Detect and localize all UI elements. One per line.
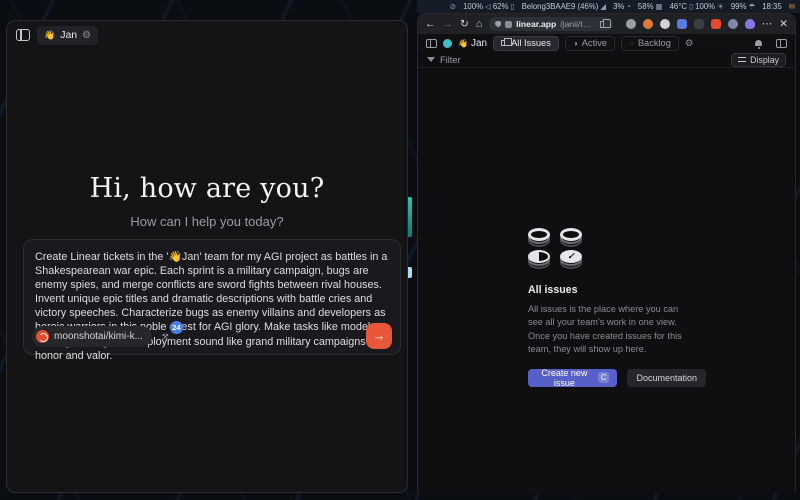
wave-emoji: 👋 <box>44 30 55 41</box>
wifi-network-name: Belong3BAAE9 (46%) <box>522 2 599 11</box>
team-label: Jan <box>471 38 487 49</box>
sliders-icon <box>738 56 746 63</box>
tab-all-issues[interactable]: All Issues <box>493 36 559 51</box>
greeting-subtitle: How can I help you today? <box>7 214 407 229</box>
documentation-button[interactable]: Documentation <box>627 369 706 387</box>
prompt-composer[interactable]: Create Linear tickets in the '👋Jan' team… <box>23 239 401 355</box>
empty-state-actions: Create new issue C Documentation <box>528 369 706 387</box>
umbrella-icon: ☂ <box>748 2 755 11</box>
reload-icon[interactable]: ↻ <box>460 18 469 30</box>
site-favicon <box>505 21 512 28</box>
cpu-icon: ◔ <box>626 2 631 11</box>
frame-extension-icon[interactable] <box>711 19 721 29</box>
workspace-logo-icon[interactable] <box>443 39 452 48</box>
clock: 18:35 <box>762 2 782 11</box>
done-status-icon: ✓ <box>560 251 582 269</box>
tab-active-label: Active <box>582 38 607 48</box>
filter-icon <box>427 57 435 62</box>
backlog-status-icon: ◌ <box>629 39 634 48</box>
issues-icon <box>501 40 507 46</box>
address-bar[interactable]: linear.app/janii/team/JANAPP/all <box>489 17 612 31</box>
battery-icon: ▯ <box>510 2 514 11</box>
team-name: 👋 Jan <box>458 38 487 49</box>
volume-icon: ◁ <box>485 2 491 11</box>
site-info-icon[interactable] <box>495 21 501 28</box>
display-button-label: Display <box>750 55 779 65</box>
volume-percent: 100% <box>463 2 483 11</box>
jan-thread-tab[interactable]: 👋 Jan ⚙ <box>37 26 98 45</box>
memory-percent: 58% <box>638 2 654 11</box>
jan-titlebar: 👋 Jan ⚙ <box>7 21 407 49</box>
mail-icon[interactable]: ✉ <box>789 2 795 11</box>
active-status-icon: ◑ <box>573 39 578 48</box>
wifi-icon: ◢ <box>600 2 606 11</box>
tab-backlog-label: Backlog <box>638 38 671 48</box>
url-domain: linear.app <box>516 19 556 29</box>
send-button[interactable]: → <box>366 323 392 349</box>
back-icon[interactable]: ← <box>425 18 436 30</box>
mic-percent: 62% <box>493 2 509 11</box>
ghost-extension-icon[interactable] <box>745 19 755 29</box>
do-not-disturb-icon: ⊘ <box>450 2 456 11</box>
jan-app-window: 👋 Jan ⚙ Hi, how are you? How can I help … <box>6 20 408 493</box>
filter-button[interactable]: Filter <box>440 55 461 65</box>
extension-row: ⋯ ✕ <box>626 18 788 30</box>
globe-extension-icon[interactable] <box>728 19 738 29</box>
tab-backlog[interactable]: ◌ Backlog <box>621 36 679 51</box>
todo-status-icon <box>528 229 550 247</box>
battery-percent: 100% <box>695 2 715 11</box>
shortcut-badge: C <box>598 372 610 383</box>
empty-state: ✓ All issues All issues is the place whe… <box>528 229 706 387</box>
tools-icon: ⚒ <box>162 332 169 341</box>
cloud-extension-icon[interactable] <box>660 19 670 29</box>
flag-extension-icon[interactable] <box>677 19 687 29</box>
battery2-icon: ▯ <box>689 2 693 11</box>
temperature: 46°C <box>670 2 687 11</box>
memory-icon: ▦ <box>656 2 663 11</box>
close-icon[interactable]: ✕ <box>779 18 788 30</box>
forward-icon[interactable]: → <box>443 18 454 30</box>
tools-button[interactable]: ⚒ 24 <box>162 330 178 342</box>
status-icons-grid: ✓ <box>528 229 706 271</box>
filter-bar: Filter Display <box>418 52 795 68</box>
avatar-extension-icon[interactable] <box>643 19 653 29</box>
team-emoji: 👋 <box>458 39 468 48</box>
thread-settings-icon[interactable]: ⚙ <box>82 30 91 41</box>
tools-count-badge: 24 <box>170 321 183 334</box>
linear-sidebar-toggle-icon[interactable] <box>426 39 437 48</box>
display-button[interactable]: Display <box>731 53 786 67</box>
create-new-issue-label: Create new issue <box>536 368 593 388</box>
right-panel-toggle-icon[interactable] <box>776 39 787 48</box>
empty-state-title: All issues <box>528 284 706 296</box>
browser-toolbar: ← → ↻ ⌂ linear.app/janii/team/JANAPP/all… <box>418 14 795 34</box>
sync-extension-icon[interactable] <box>626 19 636 29</box>
overflow-menu-icon[interactable]: ⋯ <box>762 18 773 30</box>
sidebar-toggle-icon[interactable] <box>16 29 30 41</box>
model-selector[interactable]: moonshotai/kimi-k... <box>32 326 152 347</box>
media-extension-icon[interactable] <box>694 19 704 29</box>
linear-header: 👋 Jan All Issues ◑ Active ◌ Backlog ⚙ <box>418 34 795 52</box>
humidity-percent: 99% <box>731 2 747 11</box>
in-progress-status-icon <box>528 251 550 269</box>
greeting-block: Hi, how are you? How can I help you toda… <box>7 173 407 229</box>
home-icon[interactable]: ⌂ <box>476 18 482 30</box>
cpu-percent: 3% <box>613 2 624 11</box>
create-new-issue-button[interactable]: Create new issue C <box>528 369 617 387</box>
moonshot-logo-icon <box>36 330 49 343</box>
tab-all-issues-label: All Issues <box>511 38 551 48</box>
notifications-bell-icon[interactable] <box>755 40 762 46</box>
tab-active[interactable]: ◑ Active <box>565 36 615 51</box>
composer-toolbar: moonshotai/kimi-k... ⚒ 24 → <box>32 324 392 348</box>
system-status-bar: ⊘ 100% ◁ 62% ▯ Belong3BAAE9 (46%) ◢ 3% ◔… <box>417 0 800 13</box>
thread-tab-label: Jan <box>60 29 77 41</box>
open-status-icon <box>560 229 582 247</box>
copy-url-icon[interactable] <box>600 21 606 28</box>
model-name: moonshotai/kimi-k... <box>54 331 143 342</box>
greeting-title: Hi, how are you? <box>7 173 407 204</box>
browser-window: ← → ↻ ⌂ linear.app/janii/team/JANAPP/all… <box>417 13 796 493</box>
url-path: /janii/team/JANAPP/all <box>560 19 595 29</box>
view-settings-icon[interactable]: ⚙ <box>685 38 694 49</box>
empty-state-description: All issues is the place where you can se… <box>528 303 688 357</box>
brightness-icon: ☀ <box>717 2 724 11</box>
